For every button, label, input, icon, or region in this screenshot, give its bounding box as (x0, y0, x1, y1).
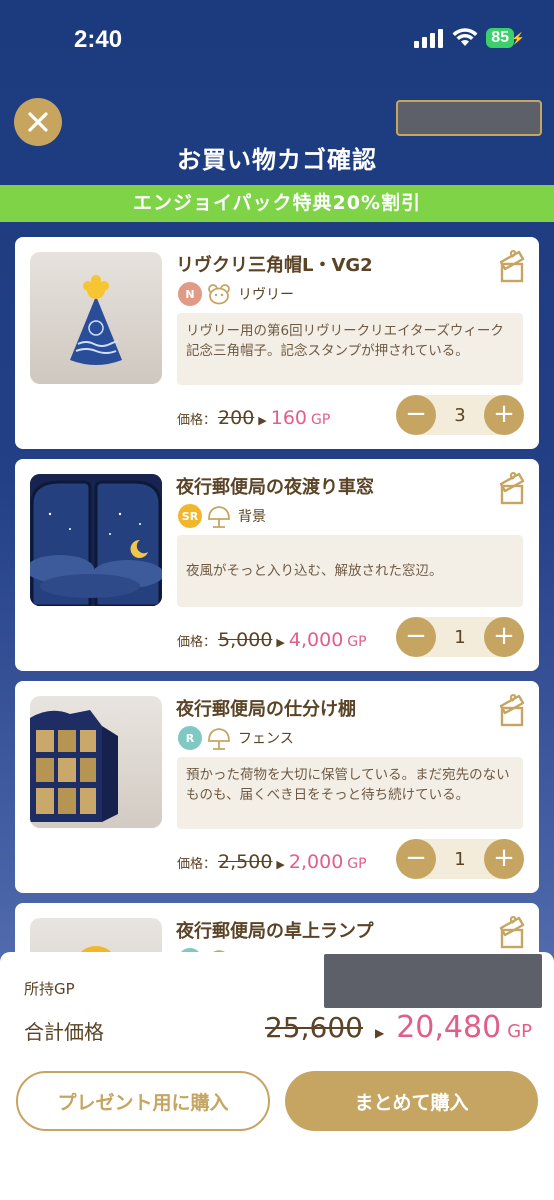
gift-box-icon (499, 249, 525, 283)
arrow-right-icon: ▶ (374, 1026, 385, 1040)
quantity-value: 3 (454, 404, 466, 426)
gift-box-icon (499, 693, 525, 727)
cart-item: リヴクリ三角帽L・VG2 N リヴリー リヴリー用の第6回リヴリークリエイターズ… (15, 237, 539, 449)
price-row: 価格： 5,000 ▶ 4,000 GP (177, 629, 367, 651)
party-hat-image (70, 275, 122, 365)
price-original: 200 (218, 407, 255, 429)
item-thumbnail-night-window (30, 474, 162, 606)
close-icon (28, 112, 48, 132)
cart-item: 夜行郵便局の夜渡り車窓 SR 背景 夜風がそっと入り込む、解放された窓辺。 価格… (15, 459, 539, 671)
rarity-row: R フェンス (178, 725, 294, 751)
rarity-row: N リヴリー (178, 281, 294, 307)
page-title: お買い物カゴ確認 (177, 146, 377, 174)
price-original: 2,500 (218, 851, 273, 873)
price-unit: GP (311, 412, 331, 428)
gift-toggle[interactable] (499, 249, 527, 283)
price-label: 価格： (177, 857, 217, 872)
rarity-row: SR 背景 (178, 503, 266, 529)
gift-toggle[interactable] (499, 471, 527, 505)
price-label: 価格： (177, 635, 217, 650)
rarity-badge: R (178, 726, 202, 750)
cellular-signal-icon (414, 29, 444, 48)
redacted-currency-display (396, 100, 542, 136)
increment-button[interactable]: + (483, 839, 524, 879)
quantity-stepper: − 1 + (396, 617, 524, 657)
price-label: 価格： (177, 413, 217, 428)
total-original: 25,600 (264, 1011, 363, 1044)
gift-toggle[interactable] (499, 693, 527, 727)
item-name: 夜行郵便局の卓上ランプ (176, 921, 374, 942)
item-description: 夜風がそっと入り込む、解放された窓辺。 (177, 535, 523, 607)
bear-icon (206, 281, 232, 307)
total-unit: GP (507, 1021, 532, 1042)
wifi-icon (452, 28, 478, 46)
status-time: 2:40 (74, 26, 123, 53)
battery-indicator: 85 (486, 28, 525, 48)
decrement-button[interactable]: − (396, 617, 436, 657)
tree-icon (206, 503, 232, 529)
arrow-right-icon: ▶ (276, 636, 285, 649)
quantity-stepper: − 3 + (396, 395, 524, 435)
price-unit: GP (347, 856, 367, 872)
item-thumbnail-sorting-shelf (30, 696, 162, 828)
item-name: リヴクリ三角帽L・VG2 (176, 255, 373, 276)
promo-banner: エンジョイパック特典20%割引 (0, 185, 554, 222)
gift-box-icon (499, 915, 525, 949)
price-row: 価格： 200 ▶ 160 GP (177, 407, 330, 429)
quantity-value: 1 (454, 848, 466, 870)
decrement-button[interactable]: − (396, 395, 436, 435)
arrow-right-icon: ▶ (258, 414, 267, 427)
tree-icon (206, 725, 232, 751)
item-type: フェンス (238, 731, 294, 747)
rarity-badge: N (178, 282, 202, 306)
item-thumbnail-party-hat (30, 252, 162, 384)
item-name: 夜行郵便局の仕分け棚 (176, 699, 356, 720)
status-icons: 85 (414, 28, 525, 48)
quantity-stepper: − 1 + (396, 839, 524, 879)
buy-as-present-button[interactable]: プレゼント用に購入 (16, 1071, 270, 1131)
item-type: 背景 (238, 509, 266, 525)
night-window-image (30, 474, 162, 606)
redacted-held-gp (324, 954, 542, 1008)
total-price: 25,600 ▶ 20,480 GP (265, 1010, 532, 1045)
price-discounted: 4,000 (288, 629, 344, 651)
item-name: 夜行郵便局の夜渡り車窓 (176, 477, 374, 498)
gift-box-icon (499, 471, 525, 505)
item-type: リヴリー (238, 287, 294, 303)
quantity-value: 1 (454, 626, 466, 648)
increment-button[interactable]: + (483, 617, 524, 657)
gift-toggle[interactable] (499, 915, 527, 949)
total-label: 合計価格 (24, 1020, 104, 1044)
increment-button[interactable]: + (483, 395, 524, 435)
held-gp-label: 所持GP (24, 980, 75, 998)
item-description: 預かった荷物を大切に保管している。まだ宛先のないものも、届くべき日をそっと待ち続… (177, 757, 523, 829)
price-discounted: 160 (270, 407, 308, 429)
arrow-right-icon: ▶ (276, 858, 285, 871)
price-original: 5,000 (218, 629, 273, 651)
buy-all-button[interactable]: まとめて購入 (285, 1071, 538, 1131)
checkout-footer: 所持GP 合計価格 25,600 ▶ 20,480 GP プレゼント用に購入 ま… (0, 952, 554, 1200)
price-row: 価格： 2,500 ▶ 2,000 GP (177, 851, 367, 873)
cart-item: 夜行郵便局の仕分け棚 R フェンス 預かった荷物を大切に保管している。まだ宛先の… (15, 681, 539, 893)
item-description: リヴリー用の第6回リヴリークリエイターズウィーク記念三角帽子。記念スタンプが押さ… (177, 313, 523, 385)
close-button[interactable] (14, 98, 62, 146)
price-unit: GP (347, 634, 367, 650)
decrement-button[interactable]: − (396, 839, 436, 879)
price-discounted: 2,000 (288, 851, 344, 873)
status-bar: 2:40 85 (0, 0, 554, 86)
sorting-shelf-image (30, 710, 118, 822)
total-discounted: 20,480 (396, 1010, 502, 1045)
rarity-badge: SR (178, 504, 202, 528)
